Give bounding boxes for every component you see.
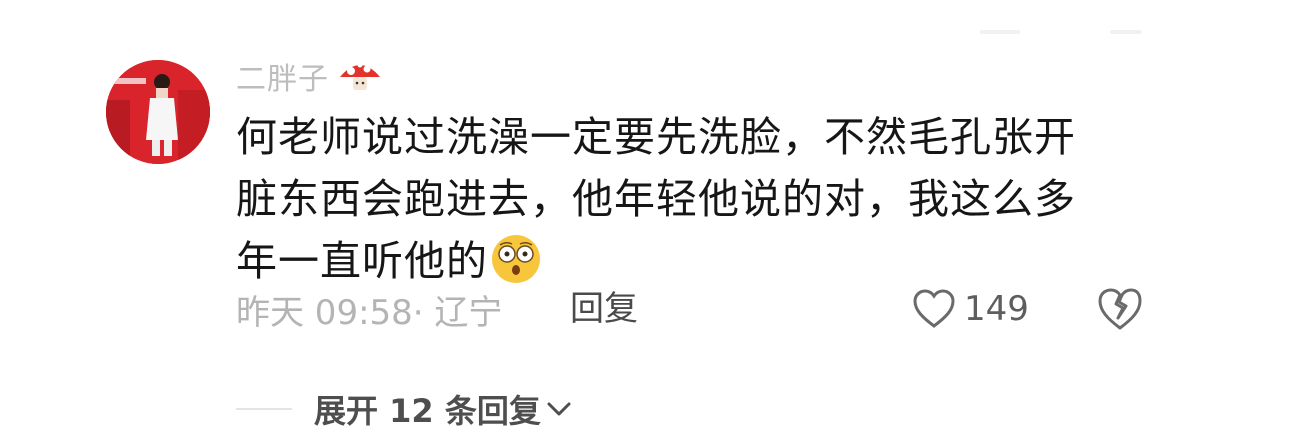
comment-line: 脏东西会跑进去，他年轻他说的对，我这么多 — [236, 175, 1076, 223]
comment-line: 年一直听他的 — [236, 230, 1136, 292]
astonished-face-emoji — [492, 235, 540, 283]
time-location: 昨天 09:58· 辽宁 — [236, 292, 503, 333]
user-avatar[interactable] — [106, 60, 210, 164]
expand-replies-label[interactable]: 展开 12 条回复 — [314, 386, 541, 432]
comment-line-text: 年一直听他的 — [236, 237, 488, 285]
chevron-down-icon — [547, 402, 571, 416]
comment-line: 何老师说过洗澡一定要先洗脸，不然毛孔张开 — [236, 113, 1076, 161]
mushroom-badge-icon — [340, 62, 380, 90]
faint-divider — [980, 30, 1020, 34]
reply-button[interactable]: 回复 — [570, 286, 638, 332]
dislike-button[interactable] — [1096, 286, 1144, 332]
broken-heart-icon — [1098, 288, 1142, 330]
username[interactable]: 二胖子 — [236, 54, 329, 98]
heart-outline-icon — [913, 289, 955, 328]
comment-text: 何老师说过洗澡一定要先洗脸，不然毛孔张开 脏东西会跑进去，他年轻他说的对，我这么… — [236, 106, 1136, 292]
expand-replies[interactable]: 展开 12 条回复 — [236, 384, 573, 434]
like-count: 149 — [964, 289, 1029, 329]
faint-divider — [1110, 30, 1142, 34]
divider-line — [236, 408, 292, 410]
like-button[interactable]: 149 — [912, 284, 1029, 334]
avatar-photo — [106, 60, 210, 164]
comment-meta: 昨天 09:58· 辽宁 回复 — [236, 286, 638, 333]
top-edge — [0, 0, 1290, 40]
comment-header: 二胖子 — [236, 54, 383, 98]
